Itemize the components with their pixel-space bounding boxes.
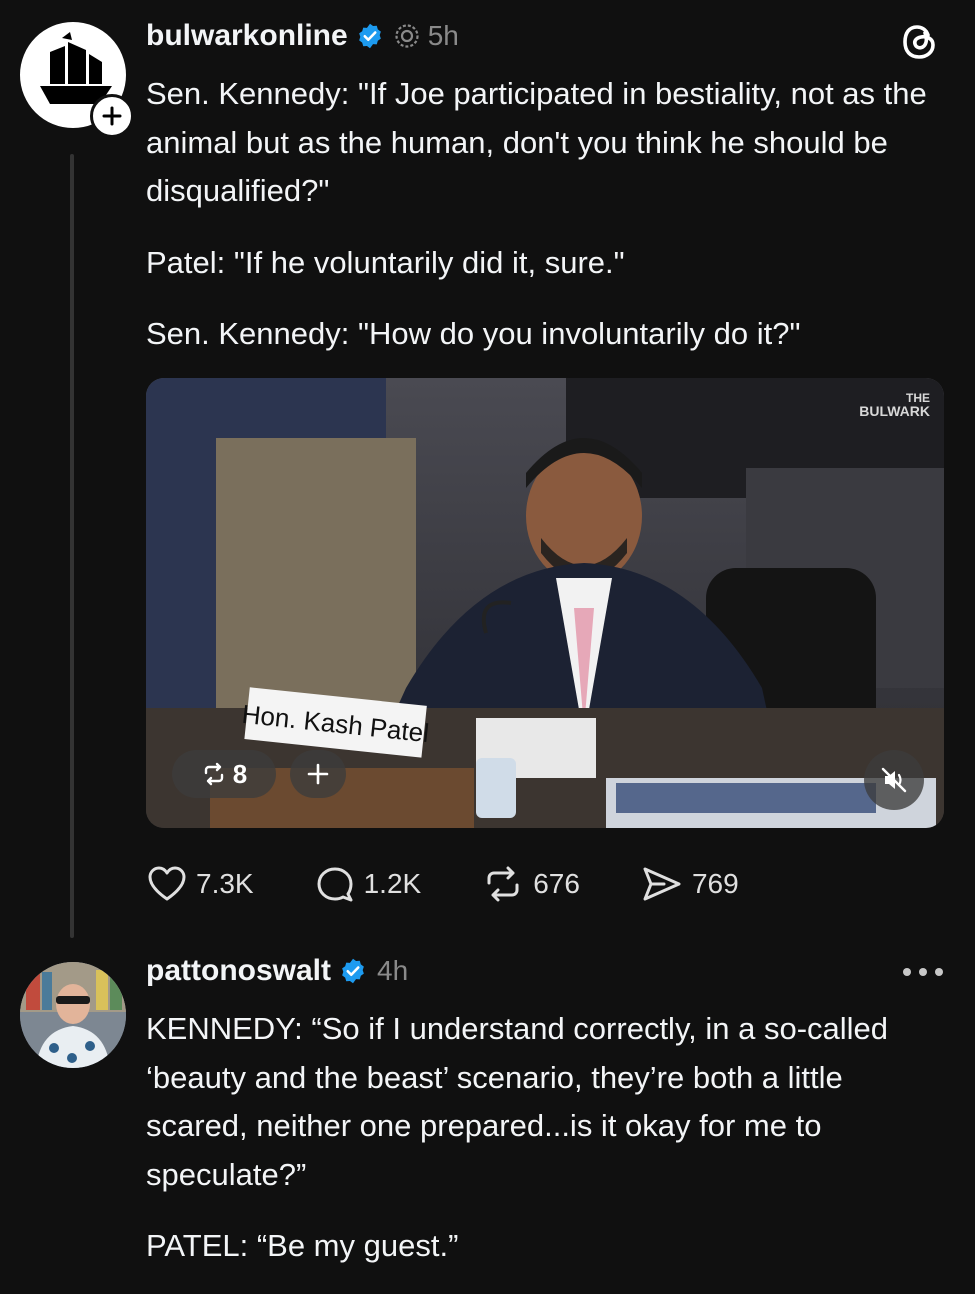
post-header: pattonoswalt 4h	[146, 951, 408, 991]
like-button[interactable]: 7.3K	[146, 864, 254, 904]
like-count: 7.3K	[196, 868, 254, 899]
username[interactable]: pattonoswalt	[146, 954, 331, 988]
threads-logo-icon[interactable]	[900, 22, 940, 62]
video-player[interactable]: Hon. Kash Patel THE BULWARK 8	[146, 378, 944, 828]
ellipsis-icon	[903, 968, 943, 976]
paragraph-2: Patel: "If he voluntarily did it, sure."	[146, 244, 625, 280]
plus-icon	[307, 763, 329, 785]
reply-count: 1.2K	[363, 868, 422, 899]
timestamp: 4h	[377, 955, 409, 986]
heart-icon	[148, 866, 186, 901]
post-actions: 7.3K 1.2K 676 769	[146, 860, 799, 908]
paragraph-2: PATEL: “Be my guest.”	[146, 1228, 459, 1263]
paragraph-3: Sen. Kennedy: "How do you involuntarily …	[146, 316, 801, 351]
verified-badge-icon	[358, 23, 381, 49]
reply-button[interactable]: 1.2K	[314, 864, 422, 904]
plus-icon	[102, 106, 122, 126]
repost-icon	[487, 866, 519, 902]
timestamp: 5h	[427, 20, 459, 51]
share-count: 769	[691, 868, 739, 899]
spiral-icon	[395, 24, 419, 48]
share-button[interactable]: 769	[640, 864, 739, 904]
profile-photo	[20, 962, 126, 1068]
post-meta: 5h	[394, 20, 459, 52]
watermark-bottom: BULWARK	[859, 403, 930, 419]
username[interactable]: bulwarkonline	[146, 19, 348, 53]
repost-button[interactable]: 676	[481, 864, 580, 904]
follow-plus-button[interactable]	[90, 94, 134, 138]
send-icon	[643, 867, 681, 901]
bulwark-watermark: THE BULWARK	[859, 392, 930, 419]
post-text: KENNEDY: “So if I understand correctly, …	[146, 1005, 906, 1294]
comment-icon	[317, 867, 353, 902]
paragraph-1: Sen. Kennedy: "If Joe participated in be…	[146, 76, 927, 208]
pattonoswalt-avatar[interactable]	[20, 962, 126, 1068]
video-repost-count: 8	[232, 758, 248, 789]
video-repost-button[interactable]: 8	[172, 750, 276, 798]
thread-line	[70, 154, 74, 938]
verified-badge-icon	[342, 958, 364, 984]
speaker-muted-icon	[881, 767, 907, 793]
mute-button[interactable]	[864, 750, 924, 810]
repost-count: 676	[533, 868, 580, 899]
repost-icon	[204, 762, 223, 786]
paragraph-1: KENNEDY: “So if I understand correctly, …	[146, 1011, 889, 1192]
video-add-button[interactable]	[290, 750, 346, 798]
post-text: Sen. Kennedy: "If Joe participated in be…	[146, 70, 946, 382]
post-header: bulwarkonline 5h	[146, 16, 459, 56]
more-options-button[interactable]	[902, 962, 944, 982]
